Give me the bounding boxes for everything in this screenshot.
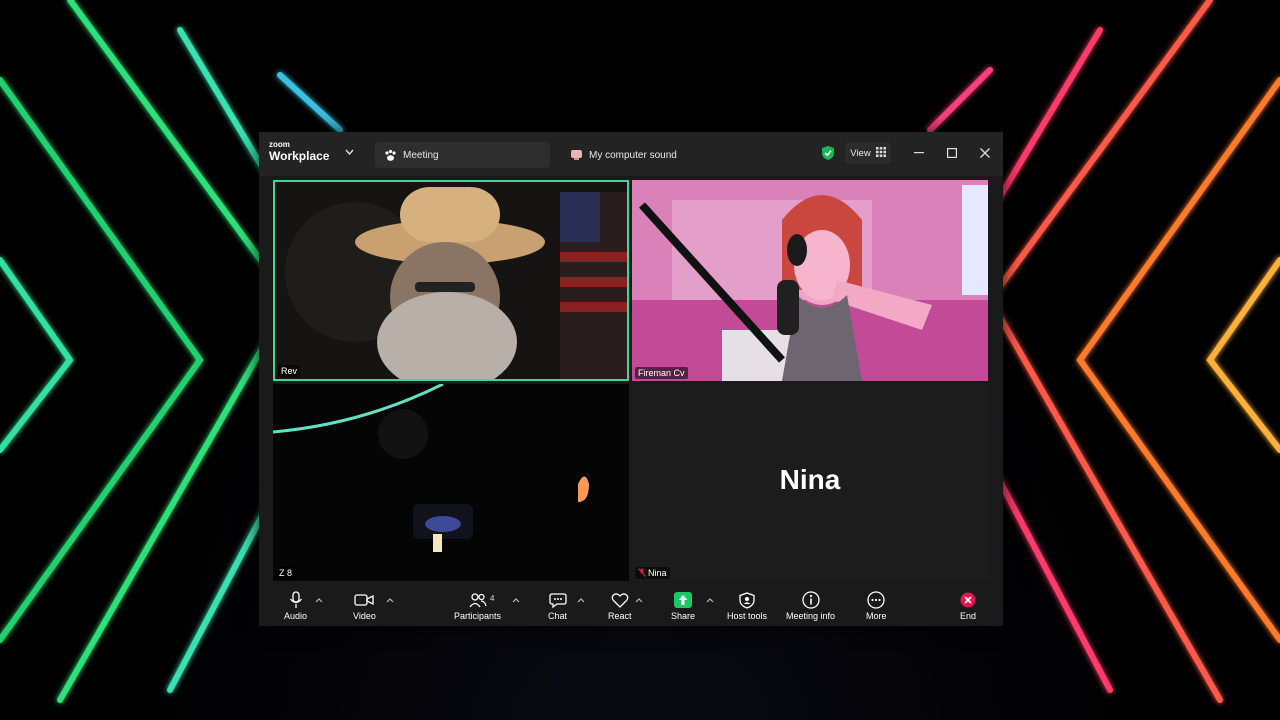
- maximize-button[interactable]: [941, 142, 963, 164]
- info-circle-icon: [801, 591, 820, 609]
- participant-name-label-muted: Nina: [635, 567, 670, 579]
- video-camera-icon: [354, 591, 375, 609]
- chevron-down-icon[interactable]: [345, 147, 354, 158]
- close-button[interactable]: [974, 142, 996, 164]
- participant-name-label: Rev: [278, 365, 301, 377]
- paw-icon: [383, 148, 397, 162]
- participants-options-chevron-icon[interactable]: [512, 596, 520, 605]
- brand-small-text: zoom: [269, 140, 290, 149]
- host-tools-label: Host tools: [727, 611, 768, 621]
- minimize-icon: [914, 152, 924, 154]
- more-dots-icon: [867, 591, 885, 609]
- video-tile-nina[interactable]: Nina Nina: [632, 384, 988, 581]
- close-icon: [980, 148, 990, 158]
- host-shield-icon: [739, 591, 755, 609]
- chat-options-chevron-icon[interactable]: [577, 596, 585, 605]
- more-label: More: [866, 611, 887, 621]
- grid-icon: [875, 146, 886, 160]
- host-tools-button[interactable]: Host tools: [727, 591, 767, 621]
- maximize-icon: [947, 148, 957, 158]
- participant-name-label: Fireman Cv: [635, 367, 688, 379]
- audio-label: Audio: [284, 611, 308, 621]
- video-options-chevron-icon[interactable]: [386, 596, 394, 605]
- brand-big-text: Workplace: [269, 149, 330, 163]
- end-call-icon: [960, 591, 976, 609]
- heart-icon: [611, 591, 629, 609]
- audio-options-chevron-icon[interactable]: [315, 596, 323, 605]
- video-button[interactable]: Video: [353, 591, 376, 621]
- computer-sound-icon: [569, 148, 583, 162]
- share-label: Share: [671, 611, 696, 621]
- video-tile-rev[interactable]: Rev: [273, 180, 629, 381]
- chat-bubble-icon: [548, 591, 567, 609]
- video-tile-fireman-cv[interactable]: Fireman Cv: [632, 180, 988, 381]
- meeting-info-label: Meeting info: [786, 611, 836, 621]
- more-button[interactable]: More: [866, 591, 887, 621]
- meeting-info-button[interactable]: Meeting info: [786, 591, 835, 621]
- video-tile-z8[interactable]: Z 8: [273, 384, 629, 581]
- meeting-toolbar: Audio Video Participants 4 Chat React Sh…: [259, 583, 1003, 626]
- view-label: View: [850, 147, 871, 159]
- microphone-icon: [289, 591, 303, 609]
- chat-label: Chat: [548, 611, 568, 621]
- tab-computer-sound-label: My computer sound: [589, 149, 677, 161]
- participants-label: Participants: [454, 611, 502, 621]
- react-label: React: [608, 611, 632, 621]
- share-options-chevron-icon[interactable]: [706, 596, 714, 605]
- minimize-button[interactable]: [908, 142, 930, 164]
- participant-video-rev: [275, 182, 627, 379]
- react-button[interactable]: React: [608, 591, 632, 621]
- tab-meeting[interactable]: Meeting: [375, 142, 550, 168]
- title-bar: zoom Workplace Meeting My computer sound…: [259, 132, 1003, 176]
- tab-computer-sound[interactable]: My computer sound: [561, 142, 731, 168]
- end-meeting-button[interactable]: End: [960, 591, 976, 621]
- participant-video-z8: [273, 384, 629, 581]
- nina-name-text: Nina: [648, 568, 667, 578]
- shield-check-icon[interactable]: [821, 145, 835, 166]
- react-options-chevron-icon[interactable]: [635, 596, 643, 605]
- share-screen-icon: [674, 591, 693, 609]
- participant-name-label: Z 8: [276, 567, 296, 579]
- video-label: Video: [353, 611, 376, 621]
- participants-count: 4: [490, 594, 495, 603]
- audio-button[interactable]: Audio: [284, 591, 307, 621]
- share-button[interactable]: Share: [671, 591, 695, 621]
- participant-avatar-name: Nina: [779, 464, 841, 495]
- tab-meeting-label: Meeting: [403, 149, 439, 161]
- end-label: End: [960, 611, 977, 621]
- view-button[interactable]: View: [845, 142, 891, 164]
- zoom-workplace-logo[interactable]: zoom Workplace: [269, 140, 330, 163]
- mic-muted-icon: [638, 568, 646, 577]
- zoom-window: zoom Workplace Meeting My computer sound…: [259, 132, 1003, 626]
- chat-button[interactable]: Chat: [548, 591, 567, 621]
- participant-video-fireman-cv: [632, 180, 988, 381]
- participants-icon: [468, 591, 487, 609]
